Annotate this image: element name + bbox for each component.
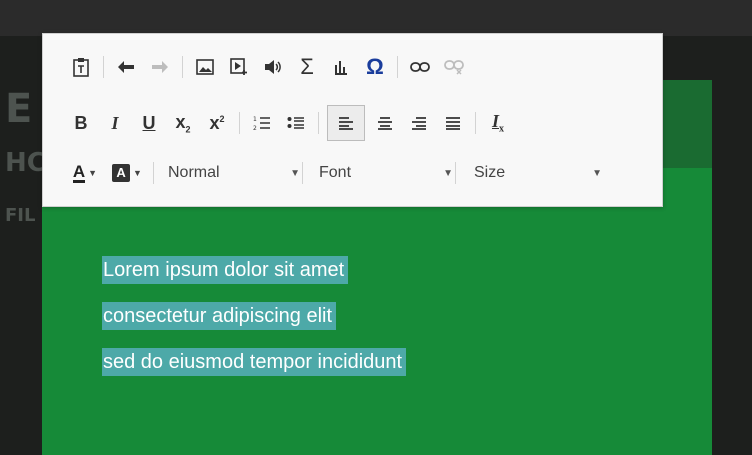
toolbar-row: Σ Ω [67, 52, 474, 82]
background-text-fragment: HC [5, 148, 46, 178]
text-color-button[interactable]: A ▼ [67, 159, 103, 187]
toolbar-separator [397, 56, 398, 78]
align-right-icon [412, 117, 426, 130]
justify-button[interactable] [439, 109, 467, 137]
format-dropdown[interactable]: Normal ▼ [162, 158, 300, 188]
embed-media-button[interactable] [225, 53, 253, 81]
math-button[interactable]: Σ [293, 53, 321, 81]
toolbar-separator [318, 112, 319, 134]
toolbar-row: A ▼ A ▼ Normal ▼ Font ▼ Size ▼ [67, 158, 602, 188]
size-dropdown-label: Size [474, 164, 506, 181]
text-color-icon: A [72, 161, 86, 183]
toolbar-separator [455, 162, 456, 184]
background-text-fragment: FIL [5, 205, 36, 226]
chart-button[interactable] [327, 53, 355, 81]
align-left-icon [339, 117, 353, 130]
speaker-icon [265, 60, 281, 74]
background-color-button[interactable]: A ▼ [109, 159, 145, 187]
toolbar-separator [153, 162, 154, 184]
align-center-button[interactable] [371, 109, 399, 137]
selected-text[interactable]: Lorem ipsum dolor sit amet [102, 256, 349, 284]
font-dropdown-label: Font [319, 164, 352, 181]
numbered-list-button[interactable]: 12 [248, 109, 276, 137]
toolbar-separator [475, 112, 476, 134]
svg-text:2: 2 [253, 125, 257, 131]
chevron-down-icon: ▼ [290, 167, 300, 179]
toolbar-separator [239, 112, 240, 134]
undo-button[interactable] [112, 53, 140, 81]
clear-formatting-icon: Ix [491, 111, 504, 135]
justify-icon [446, 117, 460, 130]
media-embed-icon [230, 58, 247, 75]
align-left-button[interactable] [327, 105, 365, 141]
link-button[interactable] [406, 53, 434, 81]
image-icon [196, 59, 214, 75]
sigma-icon: Σ [300, 54, 314, 79]
size-dropdown[interactable]: Size ▼ [464, 158, 602, 188]
unlink-button[interactable] [440, 53, 468, 81]
underline-icon: U [142, 112, 156, 133]
link-icon [410, 62, 430, 72]
font-dropdown[interactable]: Font ▼ [311, 158, 453, 188]
remove-format-button[interactable]: Ix [484, 109, 512, 137]
redo-button[interactable] [146, 53, 174, 81]
align-right-button[interactable] [405, 109, 433, 137]
align-center-icon [378, 117, 392, 130]
content-line[interactable]: sed do eiusmod tempor incididunt [102, 348, 407, 394]
top-bar [0, 0, 752, 36]
unlink-icon [444, 60, 464, 75]
chevron-down-icon: ▼ [133, 168, 142, 178]
chevron-down-icon: ▼ [88, 168, 98, 178]
special-character-button[interactable]: Ω [361, 53, 389, 81]
superscript-icon: x2 [209, 112, 225, 133]
bar-chart-icon [335, 61, 347, 75]
selected-text[interactable]: sed do eiusmod tempor incididunt [102, 348, 407, 376]
background-text-fragment: E [5, 86, 33, 132]
toolbar-separator [182, 56, 183, 78]
selected-text[interactable]: consectetur adipiscing elit [102, 302, 337, 330]
background-color-icon: A [112, 164, 131, 182]
toolbar-separator [103, 56, 104, 78]
toolbar-separator [302, 162, 303, 184]
subscript-button[interactable]: x2 [169, 109, 197, 137]
italic-icon: I [111, 112, 119, 133]
subscript-icon: x2 [175, 111, 191, 135]
chevron-down-icon: ▼ [592, 167, 602, 179]
bulleted-list-icon [287, 117, 304, 129]
editor-content[interactable]: Lorem ipsum dolor sit amet consectetur a… [102, 256, 407, 394]
editor-toolbar: Σ Ω B I U x2 x2 12 Ix A ▼ A ▼ Normal ▼ F… [42, 33, 663, 207]
italic-button[interactable]: I [101, 109, 129, 137]
superscript-button[interactable]: x2 [203, 109, 231, 137]
bulleted-list-button[interactable] [282, 109, 310, 137]
toolbar-row: B I U x2 x2 12 Ix [67, 105, 518, 141]
bold-button[interactable]: B [67, 109, 95, 137]
numbered-list-icon: 12 [253, 116, 270, 131]
paste-as-text-button[interactable] [67, 53, 95, 81]
svg-text:1: 1 [253, 116, 257, 123]
redo-icon [152, 61, 168, 73]
paste-text-icon [73, 58, 89, 77]
format-dropdown-label: Normal [168, 164, 220, 181]
chevron-down-icon: ▼ [443, 167, 453, 179]
content-line[interactable]: consectetur adipiscing elit [102, 302, 406, 348]
undo-icon [118, 61, 134, 73]
audio-button[interactable] [259, 53, 287, 81]
content-line[interactable]: Lorem ipsum dolor sit amet [102, 256, 406, 302]
underline-button[interactable]: U [135, 109, 163, 137]
image-button[interactable] [191, 53, 219, 81]
bold-icon: B [74, 112, 88, 133]
omega-icon: Ω [366, 54, 384, 79]
